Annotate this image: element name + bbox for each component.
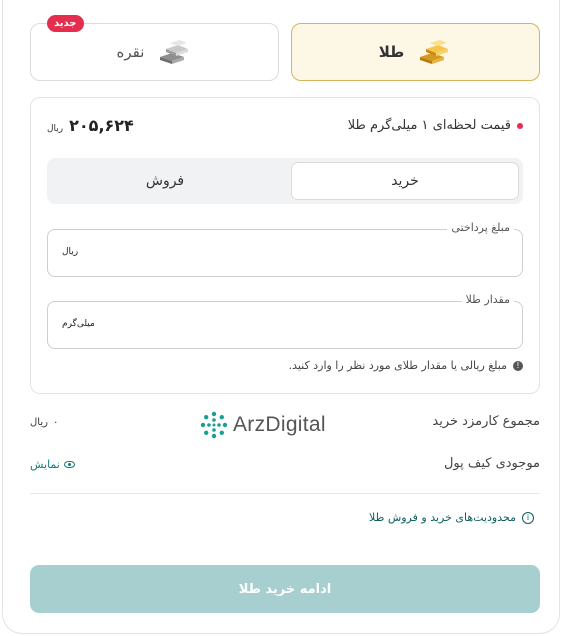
- payment-input[interactable]: [108, 230, 510, 276]
- info-icon: i: [522, 511, 534, 524]
- price-row: قیمت لحظه‌ای ۱ میلی‌گرم طلا ریال ۲۰۵,۶۲۴: [47, 116, 523, 138]
- fee-label: مجموع کارمزد خرید: [432, 414, 540, 429]
- price-number: ۲۰۵,۶۲۴: [69, 116, 134, 135]
- trade-card: قیمت لحظه‌ای ۱ میلی‌گرم طلا ریال ۲۰۵,۶۲۴…: [30, 97, 540, 394]
- divider: [30, 493, 540, 494]
- price-value: ریال ۲۰۵,۶۲۴: [47, 116, 134, 135]
- new-badge: جدید: [47, 15, 84, 32]
- tab-gold[interactable]: طلا: [291, 23, 540, 81]
- payment-field: مبلغ پرداختی ریال: [47, 221, 523, 277]
- live-dot-icon: [517, 122, 523, 129]
- arzdigital-logo-text: ArzDigital: [233, 413, 326, 436]
- payment-unit: ریال: [62, 247, 79, 257]
- info-dot-icon: !: [513, 360, 523, 371]
- silver-bars-icon: [160, 40, 189, 64]
- gold-bars-icon: [420, 40, 449, 64]
- amount-unit: میلی‌گرم: [62, 319, 95, 329]
- continue-buy-button[interactable]: ادامه خرید طلا: [30, 565, 540, 613]
- wallet-label: موجودی کیف پول: [443, 456, 540, 471]
- tab-gold-label: طلا: [378, 43, 405, 61]
- arzdigital-logo: ArzDigital: [200, 411, 326, 439]
- show-balance-label: نمایش: [30, 458, 60, 471]
- price-label: قیمت لحظه‌ای ۱ میلی‌گرم طلا: [348, 118, 523, 133]
- price-unit: ریال: [47, 124, 64, 134]
- amount-field: مقدار طلا میلی‌گرم: [47, 293, 523, 349]
- tab-silver[interactable]: جدید نقره: [30, 15, 279, 81]
- wallet-row: موجودی کیف پول نمایش: [30, 456, 540, 478]
- limits-link-text: محدودیت‌های خرید و فروش طلا: [369, 511, 516, 524]
- fee-value: ریال ۰: [30, 417, 58, 428]
- buy-tab[interactable]: خرید: [291, 162, 519, 200]
- input-hint-text: مبلغ ریالی یا مقدار طلای مورد نظر را وار…: [288, 359, 507, 372]
- eye-icon: [63, 461, 75, 468]
- arzdigital-logo-icon: [200, 411, 228, 439]
- trade-panel: جدید نقره طلا: [2, 0, 560, 634]
- show-balance-button[interactable]: نمایش: [30, 458, 75, 471]
- sell-tab[interactable]: فروش: [51, 162, 279, 200]
- amount-input[interactable]: [108, 302, 510, 348]
- metal-tabs: جدید نقره طلا: [30, 15, 540, 81]
- fee-unit: ریال: [30, 417, 48, 428]
- fee-number: ۰: [52, 417, 59, 428]
- input-hint: ! مبلغ ریالی یا مقدار طلای مورد نظر را و…: [289, 359, 523, 372]
- tab-silver-label: نقره: [116, 43, 145, 61]
- price-label-text: قیمت لحظه‌ای ۱ میلی‌گرم طلا: [347, 118, 511, 133]
- limits-link[interactable]: i محدودیت‌های خرید و فروش طلا: [369, 511, 534, 524]
- buy-sell-toggle: خرید فروش: [47, 158, 523, 204]
